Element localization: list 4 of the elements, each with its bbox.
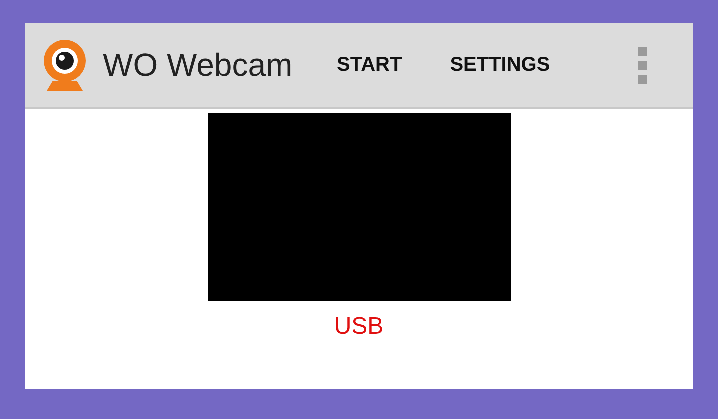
action-button[interactable]: START: [325, 42, 414, 88]
source-label: USB: [334, 312, 384, 342]
action-button[interactable]: SETTINGS: [438, 42, 562, 88]
app-title: WO Webcam: [103, 46, 294, 85]
